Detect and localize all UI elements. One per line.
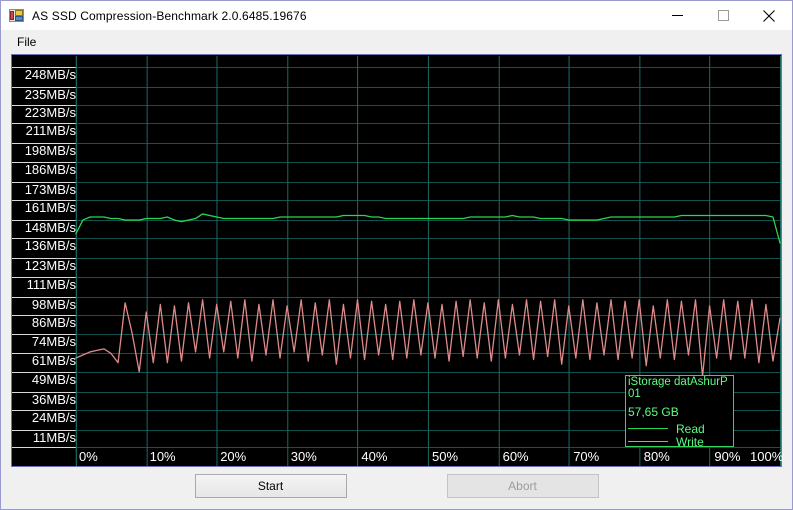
action-button-bar: Start Abort [1,467,792,509]
y-axis-tick-label: 235MB/s [24,86,76,102]
y-axis-tick-label: 11MB/s [32,430,76,446]
y-axis-tick-label: 74MB/s [31,333,76,349]
legend-label-write: Write [676,434,704,447]
legend-capacity: 57,65 GB [628,405,679,419]
legend-device-name-line2: 01 [628,388,641,400]
y-axis-tick-label: 186MB/s [24,161,76,177]
x-axis-tick-label: 40% [361,449,388,464]
legend-device-name: iStorage datAshurP [628,376,728,388]
y-axis-tick-label: 123MB/s [24,258,76,274]
y-axis-tick-label: 98MB/s [31,296,76,312]
window-title: AS SSD Compression-Benchmark 2.0.6485.19… [32,8,307,23]
window-controls [654,1,792,30]
chart-legend: iStorage datAshurP 01 57,65 GB Read Writ… [625,375,734,447]
menu-item-file[interactable]: File [9,32,44,53]
write-line-swatch [628,441,668,442]
minimize-icon[interactable] [654,1,700,30]
y-axis-tick-label: 173MB/s [24,181,76,197]
y-axis-tick-label: 248MB/s [24,66,76,82]
y-axis-tick-label: 161MB/s [24,200,76,216]
x-axis-tick-label: 0% [79,449,98,464]
x-axis-tick-label: 50% [432,449,459,464]
maximize-icon[interactable] [700,1,746,30]
x-axis-tick-label: 90% [714,449,741,464]
y-axis-tick-label: 148MB/s [24,220,76,236]
y-axis-tick-label: 24MB/s [31,410,76,426]
app-window: AS SSD Compression-Benchmark 2.0.6485.19… [0,0,793,510]
x-axis-tick-label: 20% [220,449,247,464]
x-axis-tick-label: 30% [290,449,317,464]
y-axis-tick-label: 136MB/s [24,238,76,254]
y-axis-labels: 248MB/s 235MB/s 223MB/s 211MB/s 198MB/s 186MB… [12,55,76,466]
y-axis-tick-label: 198MB/s [24,143,76,159]
x-axis-tick-label: 70% [573,449,600,464]
y-axis-tick-label: 223MB/s [24,105,76,121]
title-bar: AS SSD Compression-Benchmark 2.0.6485.19… [1,1,792,30]
y-axis-tick-label: 61MB/s [31,353,76,369]
x-axis-tick-label: 10% [149,449,176,464]
menu-bar: File [1,30,792,54]
app-window-icon [9,8,25,24]
y-axis-tick-label: 211MB/s [25,123,76,139]
abort-button[interactable]: Abort [446,474,599,498]
legend-entry-read: Read [628,422,733,435]
benchmark-chart: 248MB/s 235MB/s 223MB/s 211MB/s 198MB/s 186MB… [11,54,784,467]
read-line-swatch [628,428,668,429]
y-axis-tick-label: 86MB/s [31,315,76,331]
start-button[interactable]: Start [194,474,347,498]
x-axis-tick-label: 100% [750,449,784,464]
y-axis-tick-label: 111MB/s [26,276,76,292]
y-axis-tick-label: 49MB/s [31,371,76,387]
x-axis-tick-label: 80% [643,449,670,464]
legend-label-read: Read [676,421,705,436]
x-axis-tick-label: 60% [502,449,529,464]
close-icon[interactable] [746,1,792,30]
legend-entries: Read Write [626,418,733,447]
legend-entry-write: Write [628,434,733,447]
y-axis-tick-label: 36MB/s [31,391,76,407]
